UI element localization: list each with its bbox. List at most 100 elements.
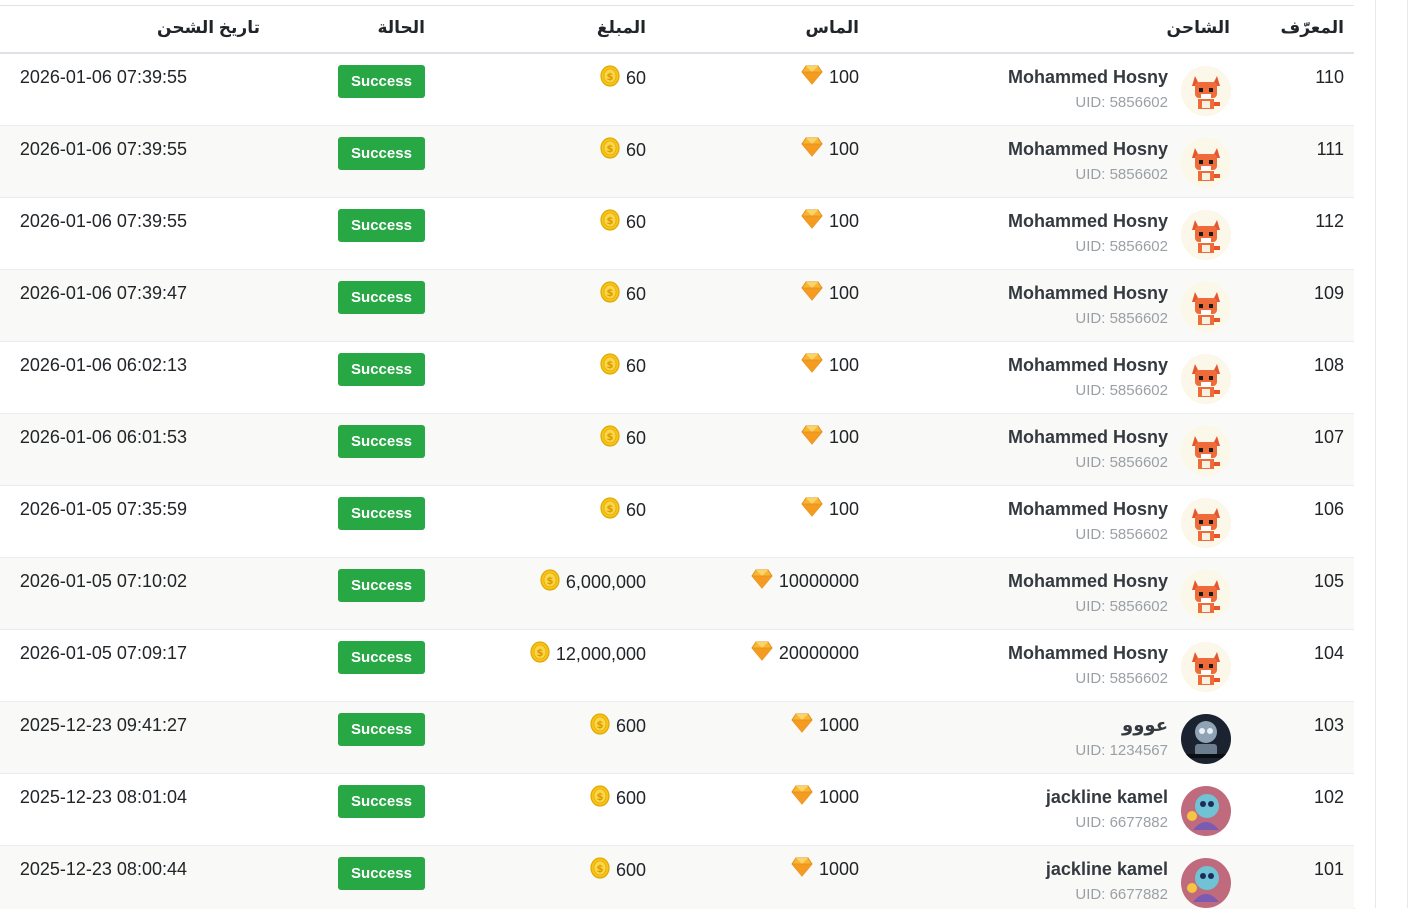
diamond-amount: 100 xyxy=(801,65,859,90)
coin-amount: $600 xyxy=(590,713,646,740)
table-row: 107 Mohammed Hosny UID: 5856602 100 $60 Succe… xyxy=(0,414,1354,486)
status-badge: Success xyxy=(338,713,425,746)
header-date: تاريخ الشحن xyxy=(157,18,260,37)
diamond-value: 1000 xyxy=(818,859,859,879)
diamond-amount: 100 xyxy=(801,281,859,306)
fox-avatar-icon xyxy=(1181,570,1231,620)
fox-avatar-icon xyxy=(1181,282,1231,332)
charger-uid: UID: 5856602 xyxy=(1075,94,1168,111)
coin-icon: $ xyxy=(590,857,610,884)
fox-avatar-icon xyxy=(1181,426,1231,476)
coin-amount: $60 xyxy=(600,137,646,164)
diamond-value: 20000000 xyxy=(778,643,859,663)
charge-date: 2026-01-06 06:01:53 xyxy=(19,427,187,447)
row-id: 112 xyxy=(1315,211,1344,231)
status-badge: Success xyxy=(338,497,425,530)
header-status: الحالة xyxy=(377,18,425,37)
diamond-icon xyxy=(751,641,773,666)
charge-date: 2026-01-06 06:02:13 xyxy=(19,355,187,375)
diamond-icon xyxy=(801,353,823,378)
svg-text:$: $ xyxy=(606,216,613,227)
diamond-amount: 1000 xyxy=(791,713,859,738)
coin-value: 60 xyxy=(625,428,646,448)
charge-date: 2026-01-06 07:39:47 xyxy=(19,283,187,303)
status-badge: Success xyxy=(338,425,425,458)
coin-value: 600 xyxy=(615,860,646,880)
svg-text:$: $ xyxy=(596,792,603,803)
coin-value: 60 xyxy=(625,356,646,376)
coin-amount: $60 xyxy=(600,209,646,236)
row-id: 111 xyxy=(1316,139,1344,159)
diamond-value: 10000000 xyxy=(778,571,859,591)
charger-name: Mohammed Hosny xyxy=(1007,427,1168,447)
coin-value: 12,000,000 xyxy=(555,644,646,664)
diamond-icon xyxy=(801,65,823,90)
diamond-icon xyxy=(801,425,823,450)
svg-text:$: $ xyxy=(546,576,553,587)
charger-uid: UID: 5856602 xyxy=(1075,310,1168,327)
charge-date: 2026-01-06 07:39:55 xyxy=(19,67,187,87)
table-row: 105 Mohammed Hosny UID: 5856602 10000000 $6,… xyxy=(0,558,1354,630)
row-id: 102 xyxy=(1313,787,1344,807)
charger-name: Mohammed Hosny xyxy=(1007,499,1168,519)
charge-date: 2026-01-05 07:09:17 xyxy=(19,643,187,663)
recharge-table: المعرّف الشاحن الماس المبلغ الحالة تاريخ… xyxy=(0,5,1355,909)
charger-uid: UID: 5856602 xyxy=(1075,382,1168,399)
charger-uid: UID: 1234567 xyxy=(1075,742,1168,759)
coin-icon: $ xyxy=(590,713,610,740)
diamond-value: 100 xyxy=(828,499,859,519)
svg-text:$: $ xyxy=(596,864,603,875)
coin-amount: $6,000,000 xyxy=(540,569,646,596)
coin-value: 60 xyxy=(625,500,646,520)
coin-amount: $60 xyxy=(600,353,646,380)
coin-amount: $600 xyxy=(590,785,646,812)
diamond-value: 100 xyxy=(828,355,859,375)
diamond-icon xyxy=(801,497,823,522)
charger-name: عووو xyxy=(1122,715,1168,735)
charger-uid: UID: 5856602 xyxy=(1075,454,1168,471)
row-id: 110 xyxy=(1315,67,1344,87)
charger-name: Mohammed Hosny xyxy=(1007,211,1168,231)
status-badge: Success xyxy=(338,65,425,98)
charge-date: 2025-12-23 08:00:44 xyxy=(19,859,187,879)
table-row: 110 Mohammed Hosny UID: 5856602 100 $60 Succe… xyxy=(0,54,1354,126)
header-charger: الشاحن xyxy=(1166,18,1230,37)
coin-amount: $60 xyxy=(600,65,646,92)
coin-amount: $600 xyxy=(590,857,646,884)
fox-avatar-icon xyxy=(1181,210,1231,260)
diamond-icon xyxy=(751,569,773,594)
diamond-amount: 100 xyxy=(801,425,859,450)
coin-icon: $ xyxy=(540,569,560,596)
charger-uid: UID: 6677882 xyxy=(1075,814,1168,831)
creature-avatar-icon xyxy=(1181,786,1231,836)
diamond-value: 1000 xyxy=(818,787,859,807)
coin-value: 60 xyxy=(625,68,646,88)
diamond-icon xyxy=(801,209,823,234)
fox-avatar-icon xyxy=(1181,354,1231,404)
row-id: 106 xyxy=(1313,499,1344,519)
status-badge: Success xyxy=(338,857,425,890)
table-header: المعرّف الشاحن الماس المبلغ الحالة تاريخ… xyxy=(0,6,1354,54)
charger-name: Mohammed Hosny xyxy=(1007,139,1168,159)
fox-avatar-icon xyxy=(1181,66,1231,116)
charge-date: 2026-01-06 07:39:55 xyxy=(19,211,187,231)
diamond-amount: 1000 xyxy=(791,857,859,882)
coin-value: 60 xyxy=(625,140,646,160)
svg-text:$: $ xyxy=(536,648,543,659)
diamond-icon xyxy=(791,785,813,810)
coin-icon: $ xyxy=(600,137,620,164)
diamond-icon xyxy=(791,713,813,738)
status-badge: Success xyxy=(338,785,425,818)
header-id: المعرّف xyxy=(1280,18,1344,37)
table-row: 109 Mohammed Hosny UID: 5856602 100 $60 Succe… xyxy=(0,270,1354,342)
row-id: 104 xyxy=(1313,643,1344,663)
charger-uid: UID: 5856602 xyxy=(1075,598,1168,615)
charger-uid: UID: 5856602 xyxy=(1075,670,1168,687)
charger-name: jackline kamel xyxy=(1045,787,1168,807)
status-badge: Success xyxy=(338,353,425,386)
coin-icon: $ xyxy=(600,497,620,524)
status-badge: Success xyxy=(338,209,425,242)
table-row: 103 عووو UID: 1234567 1000 $600 Success 2025-1… xyxy=(0,702,1354,774)
status-badge: Success xyxy=(338,281,425,314)
charger-name: jackline kamel xyxy=(1045,859,1168,879)
